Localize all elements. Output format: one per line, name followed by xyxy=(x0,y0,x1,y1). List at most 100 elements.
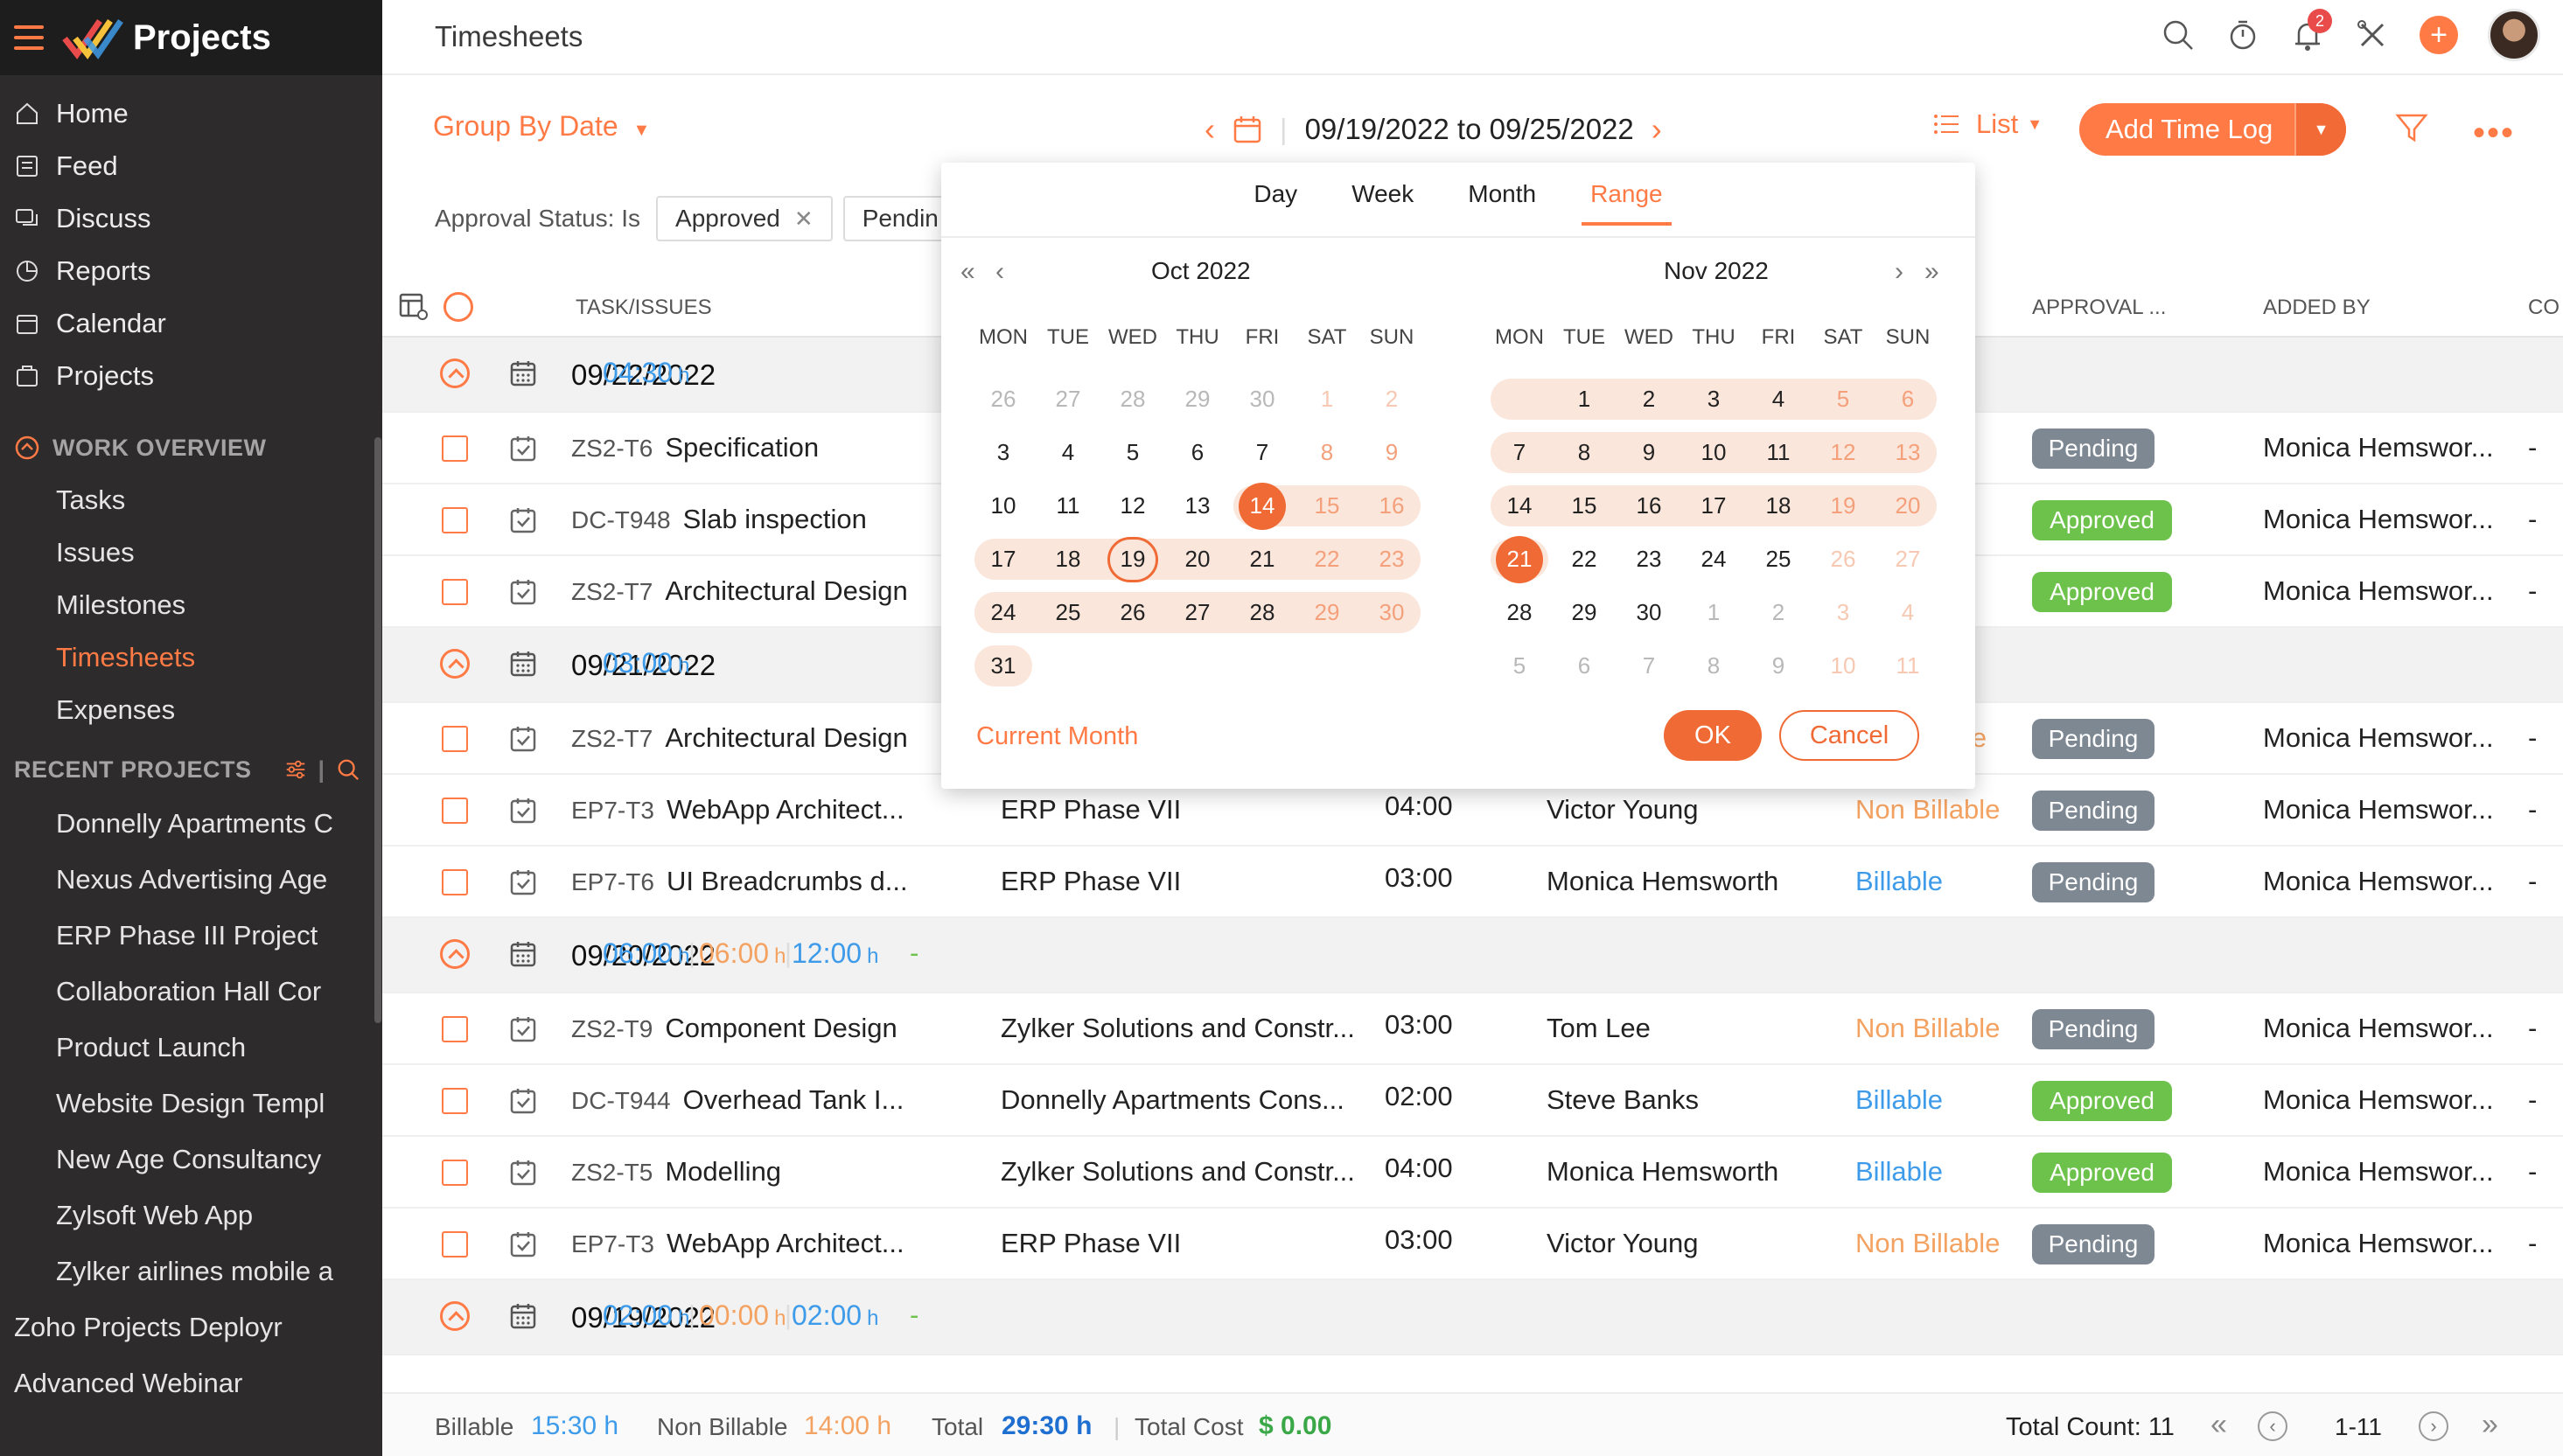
project-name[interactable]: Zylker Solutions and Constr... xyxy=(1001,1156,1355,1188)
prev-year-icon[interactable]: « xyxy=(960,257,975,287)
task-name[interactable]: UI Breadcrumbs d... xyxy=(667,866,908,896)
calendar-day[interactable]: 2 xyxy=(1746,592,1811,633)
row-checkbox[interactable] xyxy=(442,1231,468,1257)
recent-project-item[interactable]: Advanced Webinar xyxy=(0,1355,382,1411)
column-task[interactable]: TASK/ISSUES xyxy=(576,296,712,320)
collapse-all-button[interactable] xyxy=(443,292,473,322)
table-row[interactable]: ZS2-T9 Component Design Zylker Solutions a… xyxy=(382,993,2563,1065)
calendar-day[interactable]: 26 xyxy=(971,379,1036,420)
current-month-link[interactable]: Current Month xyxy=(976,722,1138,751)
sidebar-item-home[interactable]: Home xyxy=(0,87,382,140)
row-checkbox[interactable] xyxy=(442,869,468,895)
calendar-day[interactable]: 23 xyxy=(1617,539,1681,580)
sidebar-item-calendar[interactable]: Calendar xyxy=(0,297,382,350)
calendar-icon[interactable] xyxy=(1233,115,1262,144)
filter-chip-approved[interactable]: Approved ✕ xyxy=(656,196,833,241)
calendar-day[interactable]: 29 xyxy=(1552,592,1617,633)
calendar-day[interactable]: 27 xyxy=(1036,379,1100,420)
recent-project-item[interactable]: Nexus Advertising Age xyxy=(0,852,382,908)
task-cell[interactable]: DC-T948 Slab inspection xyxy=(571,504,867,535)
filter-chip-pending[interactable]: Pendin xyxy=(842,196,957,241)
calendar-day[interactable]: 30 xyxy=(1359,592,1424,633)
calendar-day[interactable]: 26 xyxy=(1100,592,1165,633)
calendar-day[interactable]: 22 xyxy=(1295,539,1359,580)
calendar-day[interactable]: 4 xyxy=(1746,379,1811,420)
calendar-day[interactable]: 9 xyxy=(1617,432,1681,473)
recent-project-item[interactable]: Website Design Templ xyxy=(0,1076,382,1132)
add-time-log-dropdown[interactable]: ▼ xyxy=(2294,103,2346,156)
sidebar-item-tasks[interactable]: Tasks xyxy=(0,474,382,526)
calendar-day[interactable]: 14 xyxy=(1487,485,1552,526)
task-name[interactable]: Architectural Design xyxy=(665,722,907,753)
calendar-day[interactable]: 1 xyxy=(1295,379,1359,420)
calendar-day[interactable]: 18 xyxy=(1036,539,1100,580)
calendar-day[interactable]: 10 xyxy=(1811,645,1875,686)
close-icon[interactable]: ✕ xyxy=(794,206,814,233)
column-added-by[interactable]: ADDED BY xyxy=(2263,296,2371,320)
row-checkbox[interactable] xyxy=(442,507,468,533)
table-row[interactable]: EP7-T6 UI Breadcrumbs d... ERP Phase VII 03… xyxy=(382,846,2563,918)
table-row[interactable]: DC-T944 Overhead Tank I... Donnelly Apartm… xyxy=(382,1065,2563,1137)
calendar-day[interactable]: 24 xyxy=(1681,539,1746,580)
prev-page-icon[interactable]: ‹ xyxy=(2258,1411,2287,1441)
table-row[interactable]: ZS2-T5 Modelling Zylker Solutions and Cons… xyxy=(382,1137,2563,1209)
calendar-day[interactable]: 4 xyxy=(1875,592,1940,633)
calendar-day[interactable]: 17 xyxy=(1681,485,1746,526)
calendar-day[interactable]: 15 xyxy=(1552,485,1617,526)
tab-week[interactable]: Week xyxy=(1343,180,1422,226)
calendar-day[interactable]: 7 xyxy=(1230,432,1295,473)
task-cell[interactable]: ZS2-T5 Modelling xyxy=(571,1156,781,1188)
calendar-day[interactable]: 28 xyxy=(1230,592,1295,633)
tools-icon[interactable] xyxy=(2355,17,2390,52)
recent-project-item[interactable]: Collaboration Hall Cor xyxy=(0,964,382,1020)
column-approval[interactable]: APPROVAL ... xyxy=(2032,296,2166,320)
task-cell[interactable]: EP7-T3 WebApp Architect... xyxy=(571,794,904,826)
settings-sliders-icon[interactable] xyxy=(283,757,308,782)
sidebar-item-timesheets[interactable]: Timesheets xyxy=(0,631,382,684)
calendar-day[interactable]: 3 xyxy=(971,432,1036,473)
collapse-group-button[interactable] xyxy=(440,939,470,969)
project-name[interactable]: Zylker Solutions and Constr... xyxy=(1001,1013,1355,1044)
calendar-day[interactable]: 3 xyxy=(1811,592,1875,633)
recent-project-item[interactable]: ERP Phase III Project xyxy=(0,908,382,964)
calendar-day[interactable]: 21 xyxy=(1230,539,1295,580)
hamburger-menu-icon[interactable] xyxy=(14,25,44,50)
calendar-day[interactable]: 16 xyxy=(1617,485,1681,526)
calendar-day[interactable]: 29 xyxy=(1165,379,1230,420)
calendar-day[interactable]: 12 xyxy=(1100,485,1165,526)
calendar-day[interactable]: 1 xyxy=(1552,379,1617,420)
calendar-day[interactable]: 13 xyxy=(1165,485,1230,526)
filter-icon[interactable] xyxy=(2394,110,2429,145)
task-cell[interactable]: EP7-T6 UI Breadcrumbs d... xyxy=(571,866,908,897)
sidebar-item-expenses[interactable]: Expenses xyxy=(0,684,382,736)
calendar-day[interactable]: 10 xyxy=(971,485,1036,526)
task-cell[interactable]: ZS2-T9 Component Design xyxy=(571,1013,897,1044)
calendar-day[interactable]: 30 xyxy=(1617,592,1681,633)
calendar-day[interactable]: 8 xyxy=(1681,645,1746,686)
project-name[interactable]: ERP Phase VII xyxy=(1001,1228,1181,1259)
calendar-day[interactable]: 19 xyxy=(1100,536,1165,582)
calendar-day[interactable]: 23 xyxy=(1359,539,1424,580)
calendar-day[interactable]: 27 xyxy=(1165,592,1230,633)
calendar-day[interactable]: 7 xyxy=(1617,645,1681,686)
row-checkbox[interactable] xyxy=(442,1088,468,1114)
task-name[interactable]: Overhead Tank I... xyxy=(683,1084,904,1115)
user-avatar[interactable] xyxy=(2488,9,2540,61)
calendar-day[interactable]: 6 xyxy=(1552,645,1617,686)
prev-month-icon[interactable]: ‹ xyxy=(995,257,1004,287)
row-checkbox[interactable] xyxy=(442,726,468,752)
collapse-group-button[interactable] xyxy=(440,359,470,388)
calendar-day[interactable]: 7 xyxy=(1487,432,1552,473)
row-checkbox[interactable] xyxy=(442,1160,468,1186)
calendar-day[interactable]: 12 xyxy=(1811,432,1875,473)
date-range-text[interactable]: 09/19/2022 to 09/25/2022 xyxy=(1305,113,1634,146)
calendar-day[interactable]: 30 xyxy=(1230,379,1295,420)
calendar-day[interactable]: 3 xyxy=(1681,379,1746,420)
calendar-day[interactable]: 9 xyxy=(1746,645,1811,686)
calendar-day[interactable]: 2 xyxy=(1359,379,1424,420)
calendar-day[interactable]: 16 xyxy=(1359,485,1424,526)
column-co[interactable]: CO xyxy=(2528,296,2560,320)
task-cell[interactable]: ZS2-T7 Architectural Design xyxy=(571,575,908,607)
calendar-day[interactable]: 20 xyxy=(1875,485,1940,526)
calendar-day[interactable]: 18 xyxy=(1746,485,1811,526)
